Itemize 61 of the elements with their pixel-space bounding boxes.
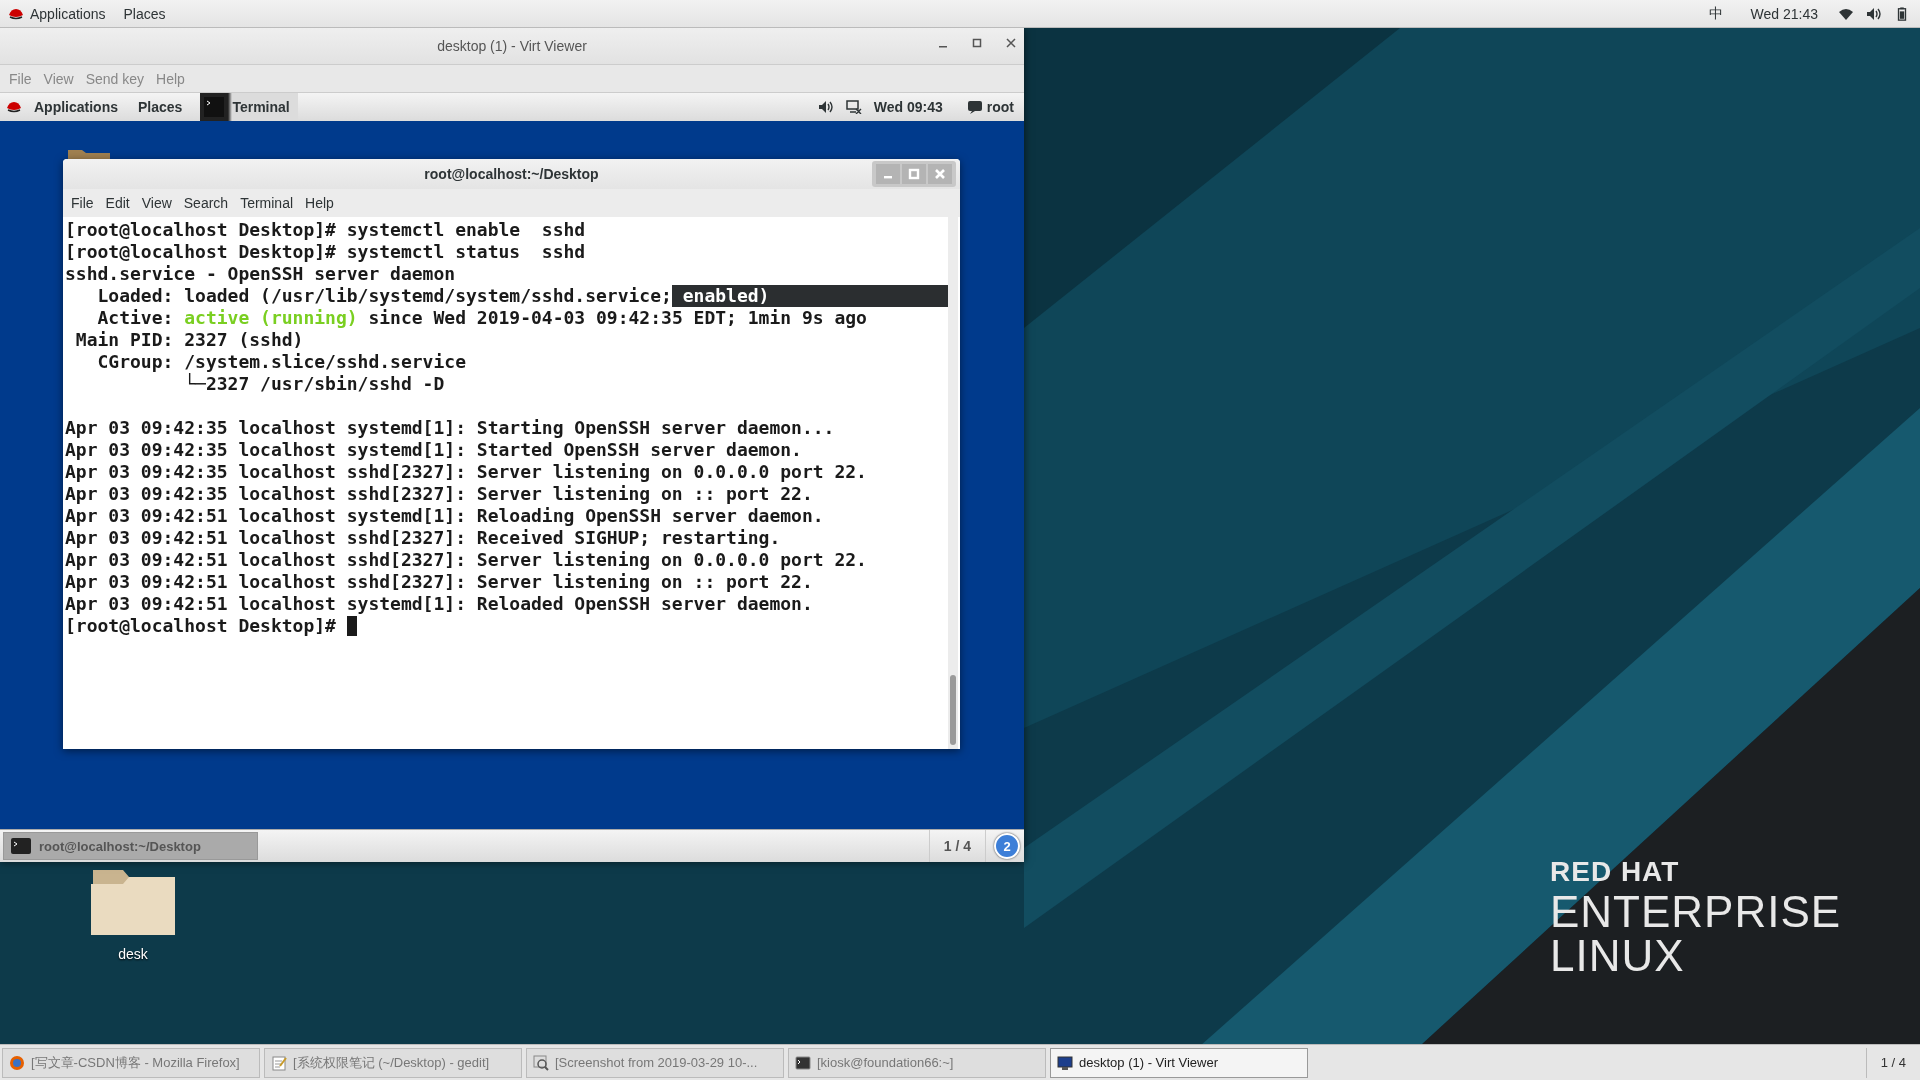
terminal-line: └─2327 /usr/sbin/sshd -D <box>183 373 446 395</box>
terminal-line: Apr 03 09:42:51 localhost sshd[2327]: Received SIGHUP; restarting. <box>65 527 782 549</box>
hat-icon <box>8 7 24 20</box>
logo-text: LINUX <box>1550 934 1686 978</box>
scrollbar-thumb[interactable] <box>950 675 956 745</box>
top-bar-menu[interactable]: Applications <box>24 5 118 22</box>
terminal-line: [root@localhost Desktop]# <box>65 615 948 637</box>
terminal-line: Loaded: loaded (/usr/lib/systemd/system/sshd.service; enabled) <box>65 285 948 307</box>
terminal-line: sshd.service - OpenSSH server daemon <box>65 263 457 285</box>
volume-icon[interactable] <box>817 100 834 114</box>
terminal-line: CGroup: /system.slice/sshd.service <box>96 351 467 373</box>
firefox-icon <box>9 1054 25 1071</box>
menu-item[interactable]: File <box>67 195 102 211</box>
hat-icon <box>6 101 22 113</box>
clock[interactable]: Wed 09:43 <box>873 99 943 115</box>
workspace-indicator[interactable]: 1 / 4 <box>928 830 986 862</box>
terminal-line: [root@localhost Desktop]# systemctl status sshd <box>65 241 587 263</box>
maximize-icon[interactable] <box>972 38 982 48</box>
volume-icon[interactable] <box>1866 6 1882 21</box>
magnifier-icon <box>533 1054 549 1071</box>
clock[interactable]: Wed 21:43 <box>1742 5 1826 22</box>
terminal-line: Active: active (running) since Wed 2019-04-03 09:42:35 EDT; 1min 9s ago <box>96 307 868 329</box>
terminal-line: Apr 03 09:42:51 localhost systemd[1]: Reloading OpenSSH server daemon. <box>65 505 825 527</box>
terminal-line: Apr 03 09:42:51 localhost sshd[2327]: Server listening on 0.0.0.0 port 22. <box>65 549 868 571</box>
terminal-icon <box>204 97 225 117</box>
active-app-button[interactable]: Terminal <box>200 93 298 121</box>
network-icon[interactable] <box>845 100 862 114</box>
taskbar-item[interactable]: [写文章-CSDN博客 - Mozilla Firefox] <box>2 1047 260 1078</box>
terminal-line: Apr 03 09:42:35 localhost systemd[1]: Starting OpenSSH server daemon... <box>65 417 836 439</box>
terminal-line: Apr 03 09:42:35 localhost sshd[2327]: Server listening on 0.0.0.0 port 22. <box>65 461 868 483</box>
close-icon[interactable] <box>1006 38 1016 48</box>
menu-item[interactable]: Edit <box>101 195 138 211</box>
terminal-line: Apr 03 09:42:35 localhost systemd[1]: Started OpenSSH server daemon. <box>65 439 803 461</box>
logo-text: ENTERPRISE <box>1550 890 1842 934</box>
workspace-indicator[interactable]: 1 / 4 <box>1865 1047 1920 1078</box>
terminal-line: Apr 03 09:42:35 localhost sshd[2327]: Server listening on :: port 22. <box>65 483 814 505</box>
top-bar-menu[interactable]: Applications <box>30 99 134 115</box>
window-title: desktop (1) - Virt Viewer <box>437 38 587 54</box>
user-menu[interactable]: root <box>986 99 1014 115</box>
window-title: root@localhost:~/Desktop <box>424 166 599 182</box>
menu-item[interactable]: View <box>137 195 180 211</box>
folder-label[interactable]: desk <box>118 946 148 962</box>
taskbar-item[interactable]: [系统权限笔记 (~/Desktop) - gedit] <box>264 1047 522 1078</box>
top-bar-menu[interactable]: Places <box>117 5 178 22</box>
terminal-line: Apr 03 09:42:51 localhost systemd[1]: Reloaded OpenSSH server daemon. <box>65 593 814 615</box>
monitor-icon <box>1057 1054 1073 1071</box>
terminal-icon <box>795 1054 811 1071</box>
logo-text: RED HAT <box>1550 858 1681 886</box>
taskbar-item[interactable]: desktop (1) - Virt Viewer <box>1050 1047 1308 1078</box>
terminal-icon <box>11 838 31 854</box>
input-method-indicator[interactable]: 中 <box>1700 4 1731 23</box>
menu-item[interactable]: Terminal <box>236 195 302 211</box>
terminal-line: Main PID: 2327 (sshd) <box>74 329 305 351</box>
terminal-line: [root@localhost Desktop]# systemctl enable sshd <box>65 219 587 241</box>
menu-item[interactable]: Search <box>179 195 237 211</box>
terminal-line: Apr 03 09:42:51 localhost sshd[2327]: Server listening on :: port 22. <box>65 571 814 593</box>
notification-badge[interactable]: 2 <box>994 833 1020 859</box>
menu-item[interactable]: Help <box>301 195 342 211</box>
notepad-icon <box>271 1054 287 1071</box>
top-bar-menu[interactable]: Places <box>134 99 199 115</box>
wifi-icon[interactable] <box>1838 6 1854 21</box>
